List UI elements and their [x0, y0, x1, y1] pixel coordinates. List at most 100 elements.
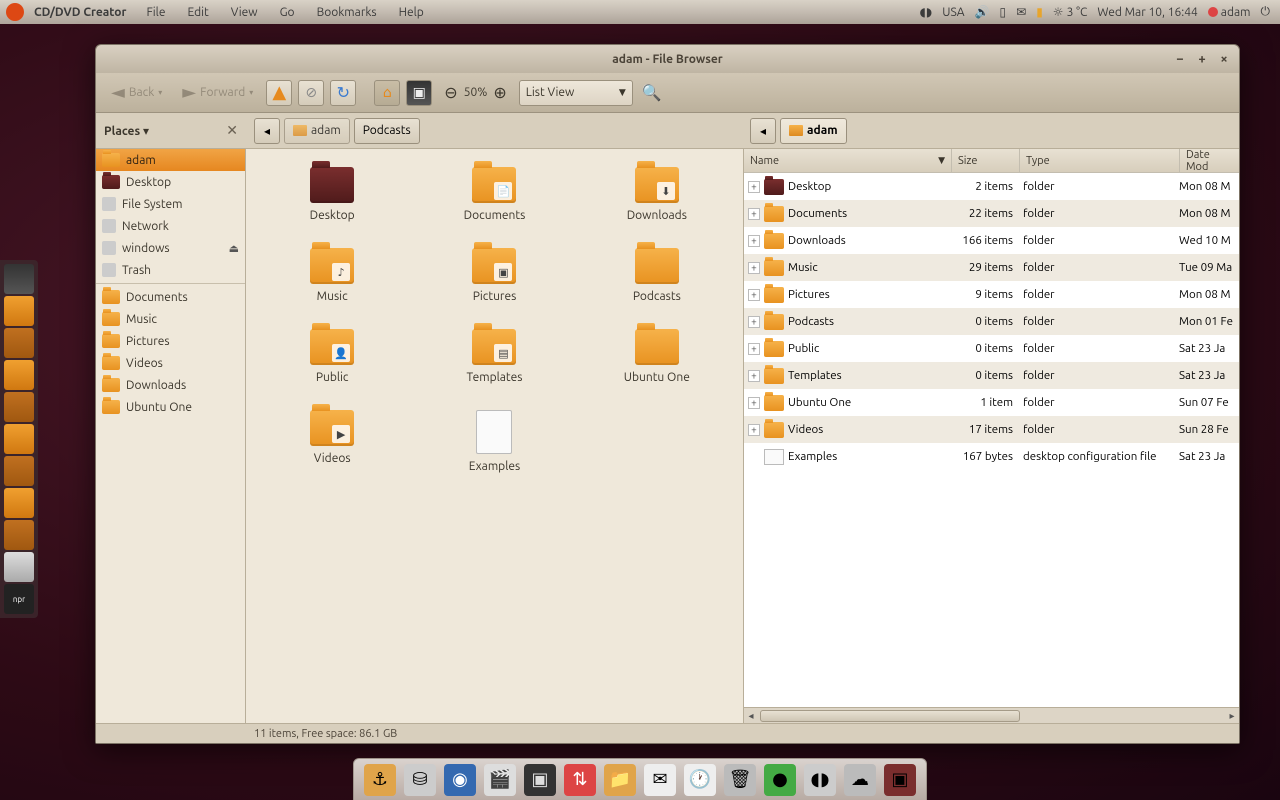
expand-icon[interactable]: + [748, 181, 760, 193]
folder-icon-cell[interactable]: ⬇Downloads [581, 167, 733, 222]
close-button[interactable]: × [1215, 50, 1233, 68]
dock-item[interactable]: ▣ [524, 764, 556, 796]
search-button[interactable]: 🔍 [639, 80, 665, 106]
column-type[interactable]: Type [1019, 149, 1179, 173]
sidebar-bookmark[interactable]: Downloads [96, 374, 245, 396]
breadcrumb-item[interactable]: adam [284, 118, 350, 144]
table-row[interactable]: +Music29 itemsfolderTue 09 Ma [744, 254, 1239, 281]
ubuntu-logo-icon[interactable] [6, 3, 24, 21]
expand-icon[interactable]: + [748, 235, 760, 247]
dock-item[interactable]: ⛁ [404, 764, 436, 796]
table-row[interactable]: +Videos17 itemsfolderSun 28 Fe [744, 416, 1239, 443]
menu-edit[interactable]: Edit [177, 6, 218, 19]
icon-view-pane[interactable]: Desktop📄Documents⬇Downloads♪Music▣Pictur… [246, 149, 744, 723]
launcher-item[interactable] [4, 264, 34, 294]
menu-go[interactable]: Go [270, 6, 305, 19]
menu-view[interactable]: View [221, 6, 268, 19]
menu-file[interactable]: File [136, 6, 175, 19]
volume-icon[interactable]: 🔊 [975, 5, 990, 19]
launcher-item[interactable] [4, 296, 34, 326]
table-row[interactable]: +Ubuntu One1 itemfolderSun 07 Fe [744, 389, 1239, 416]
folder-icon-cell[interactable]: ▣Pictures [418, 248, 570, 303]
dock-item[interactable]: 🗑 [724, 764, 756, 796]
dock-item[interactable]: 📁 [604, 764, 636, 796]
expand-icon[interactable]: + [748, 343, 760, 355]
sidebar-bookmark[interactable]: Pictures [96, 330, 245, 352]
menu-bookmarks[interactable]: Bookmarks [307, 6, 387, 19]
dock-item[interactable]: ◖◗ [804, 764, 836, 796]
weather-indicator[interactable]: ☼ 3 °C [1053, 5, 1088, 19]
sidebar-item[interactable]: Network [96, 215, 245, 237]
expand-icon[interactable]: + [748, 397, 760, 409]
expand-icon[interactable]: + [748, 208, 760, 220]
up-button[interactable]: ▲ [266, 80, 292, 106]
list-view-pane[interactable]: Name▼ Size Type Date Mod +Desktop2 items… [744, 149, 1239, 723]
expand-icon[interactable]: + [748, 262, 760, 274]
launcher-item[interactable] [4, 424, 34, 454]
close-sidebar-icon[interactable]: ✕ [226, 122, 238, 139]
zoom-in-icon[interactable]: ⊕ [493, 83, 506, 102]
launcher-item[interactable] [4, 328, 34, 358]
computer-button[interactable]: ▣ [406, 80, 432, 106]
launcher-item[interactable] [4, 552, 34, 582]
network-icon[interactable]: ◖◗ [920, 5, 933, 19]
menu-help[interactable]: Help [389, 6, 434, 19]
zoom-out-icon[interactable]: ⊖ [444, 83, 457, 102]
sidebar-item[interactable]: Trash [96, 259, 245, 281]
dock-item[interactable]: 🎬 [484, 764, 516, 796]
folder-icon-cell[interactable]: Ubuntu One [581, 329, 733, 384]
expand-icon[interactable]: + [748, 289, 760, 301]
sidebar-bookmark[interactable]: Ubuntu One [96, 396, 245, 418]
launcher-item[interactable] [4, 488, 34, 518]
column-date[interactable]: Date Mod [1179, 149, 1239, 173]
table-row[interactable]: +Downloads166 itemsfolderWed 10 M [744, 227, 1239, 254]
mail-icon[interactable]: ✉ [1016, 5, 1026, 19]
clock[interactable]: Wed Mar 10, 16:44 [1097, 6, 1197, 19]
dock-item[interactable]: ● [764, 764, 796, 796]
table-row[interactable]: +Podcasts0 itemsfolderMon 01 Fe [744, 308, 1239, 335]
reload-button[interactable]: ↻ [330, 80, 356, 106]
sidebar-item[interactable]: Desktop [96, 171, 245, 193]
folder-icon-cell[interactable]: Podcasts [581, 248, 733, 303]
note-icon[interactable]: ▮ [1036, 5, 1043, 19]
user-menu[interactable]: adam [1208, 6, 1251, 19]
power-icon[interactable]: ⏻ [1261, 5, 1271, 19]
stop-button[interactable]: ⊘ [298, 80, 324, 106]
table-row[interactable]: +Templates0 itemsfolderSat 23 Ja [744, 362, 1239, 389]
minimize-button[interactable]: − [1171, 50, 1189, 68]
sidebar-bookmark[interactable]: Videos [96, 352, 245, 374]
home-button[interactable]: ⌂ [374, 80, 400, 106]
dock-item[interactable]: ▣ [884, 764, 916, 796]
expand-icon[interactable]: + [748, 316, 760, 328]
dock-item[interactable]: ⚓ [364, 764, 396, 796]
launcher-item[interactable]: npr [4, 584, 34, 614]
forward-button[interactable]: ►Forward▾ [175, 77, 260, 108]
titlebar[interactable]: adam - File Browser − + × [96, 45, 1239, 73]
table-row[interactable]: +Desktop2 itemsfolderMon 08 M [744, 173, 1239, 200]
expand-icon[interactable]: + [748, 370, 760, 382]
path-back-icon[interactable]: ◂ [750, 118, 776, 144]
table-row[interactable]: +Examples167 bytesdesktop configuration … [744, 443, 1239, 470]
sidebar-item[interactable]: adam [96, 149, 245, 171]
folder-icon-cell[interactable]: ♪Music [256, 248, 408, 303]
sidebar-item[interactable]: windows⏏ [96, 237, 245, 259]
maximize-button[interactable]: + [1193, 50, 1211, 68]
launcher-item[interactable] [4, 392, 34, 422]
folder-icon-cell[interactable]: ▶Videos [256, 410, 408, 473]
dock-item[interactable]: ⇅ [564, 764, 596, 796]
sidebar-bookmark[interactable]: Documents [96, 286, 245, 308]
dock-item[interactable]: 🕐 [684, 764, 716, 796]
folder-icon-cell[interactable]: Examples [418, 410, 570, 473]
folder-icon-cell[interactable]: ▤Templates [418, 329, 570, 384]
launcher-item[interactable] [4, 456, 34, 486]
dock-item[interactable]: ☁ [844, 764, 876, 796]
column-name[interactable]: Name▼ [744, 149, 951, 173]
dock-item[interactable]: ✉ [644, 764, 676, 796]
places-label[interactable]: Places ▾ [104, 124, 149, 138]
breadcrumb-item[interactable]: adam [780, 118, 847, 144]
expand-icon[interactable]: + [748, 424, 760, 436]
launcher-item[interactable] [4, 520, 34, 550]
back-button[interactable]: ◄Back▾ [104, 77, 169, 108]
table-row[interactable]: +Documents22 itemsfolderMon 08 M [744, 200, 1239, 227]
folder-icon-cell[interactable]: 👤Public [256, 329, 408, 384]
